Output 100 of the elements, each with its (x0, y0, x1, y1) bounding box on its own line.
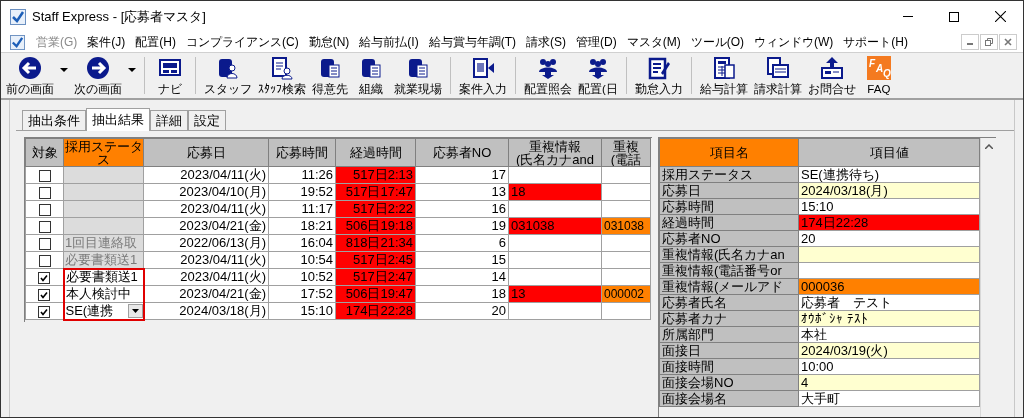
toolbar-button[interactable]: 次の画面 (71, 53, 125, 98)
status-text: SE(連携 (65, 303, 114, 318)
menu-item[interactable]: 請求(S) (521, 33, 571, 51)
column-header[interactable]: 対象 (25, 138, 64, 167)
menu-item[interactable]: ウィンドウ(W) (749, 33, 839, 51)
elapsed-text: 506日19:18 (345, 218, 413, 233)
date-text: 2023/04/10(月) (179, 184, 266, 199)
toolbar-button[interactable]: スタッフ (201, 53, 255, 98)
field-name: 応募者NO (662, 231, 721, 246)
window-title: Staff Express - [応募者マスタ] (32, 7, 206, 26)
time-text: 19:52 (300, 184, 333, 199)
elapsed-text: 517日2:22 (353, 201, 413, 216)
time-text: 16:04 (300, 235, 333, 250)
menu-item[interactable]: コンプライアンス(C) (181, 33, 304, 51)
dropdown-button[interactable] (127, 303, 142, 318)
field-value: 応募者 テスト (801, 295, 892, 310)
field-value: 2024/03/18(月) (801, 183, 888, 198)
column-header[interactable]: 項目名 (659, 138, 799, 167)
number-text: 15 (491, 252, 506, 267)
column-header[interactable]: 項目値 (798, 138, 980, 167)
checkbox[interactable] (38, 305, 51, 318)
field-name: 重複情報(氏名カナan (662, 247, 785, 262)
toolbar-button[interactable]: ナビ (150, 53, 190, 98)
menu-item[interactable]: 管理(D) (571, 33, 622, 51)
checkbox[interactable] (38, 288, 51, 301)
number-text: 14 (491, 269, 506, 284)
column-header[interactable]: 応募者NO (415, 138, 509, 167)
field-value: 大手町 (801, 391, 840, 406)
restore-icon (985, 38, 993, 46)
field-value: 20 (801, 231, 816, 246)
field-name: 面接会場名 (662, 391, 727, 406)
time-text: 10:54 (300, 252, 333, 267)
checkbox[interactable] (38, 271, 51, 284)
column-header[interactable]: 応募日 (143, 138, 269, 167)
menu-item[interactable]: サポート(H) (838, 33, 913, 51)
field-name: 応募時間 (662, 199, 714, 214)
field-value: ｵｳﾎﾞｼｬ ﾃｽﾄ (801, 311, 868, 326)
toolbar-button[interactable]: お問合せ (804, 53, 859, 98)
scroll-bar[interactable] (980, 138, 996, 417)
column-header[interactable]: 応募時間 (268, 138, 336, 167)
field-name: 面接時間 (662, 359, 714, 374)
toolbar-button[interactable]: 就業現場 (391, 53, 445, 98)
number-text: 16 (491, 201, 506, 216)
menu-item[interactable]: 勤怠(N) (303, 33, 355, 51)
invoice-icon (765, 55, 790, 80)
tab[interactable]: 抽出結果 (86, 108, 150, 131)
elapsed-text: 506日19:47 (345, 286, 413, 301)
toolbar-button[interactable]: 得意先 (309, 53, 351, 98)
status-text: 必要書類送1 (65, 252, 138, 267)
column-header[interactable]: 経過時間 (335, 138, 416, 167)
menu-item[interactable]: 給与賞与年調(T) (423, 33, 521, 51)
time-text: 18:21 (300, 218, 333, 233)
calculator-icon (711, 55, 736, 80)
time-text: 11:26 (301, 167, 333, 182)
time-text: 11:17 (301, 201, 333, 216)
scroll-up-icon (984, 144, 993, 149)
toolbar-button[interactable]: 勤怠入力 (631, 53, 686, 98)
duplicate-text: 031038 (511, 218, 555, 233)
menu-item[interactable]: 案件(J) (82, 33, 131, 51)
menu-item[interactable]: マスタ(M) (621, 33, 686, 51)
toolbar-button[interactable]: FAQ FAQ (858, 53, 899, 98)
elapsed-text: 174日22:28 (345, 303, 413, 318)
app-logo-icon (10, 34, 25, 50)
toolbar-button[interactable]: 配置(日 (575, 53, 621, 98)
number-text: 19 (491, 218, 506, 233)
document-person-icon (270, 55, 294, 80)
menu-item[interactable]: 配置(H) (130, 33, 181, 51)
number-text: 17 (491, 167, 506, 182)
toolbar-button[interactable]: 配置照会 (521, 53, 575, 98)
menu-item[interactable]: ツール(O) (685, 33, 749, 51)
toolbar-button[interactable]: 前の画面 (3, 53, 57, 98)
toolbar-button[interactable]: 給与計算 (696, 53, 751, 98)
toolbar-button[interactable]: 請求計算 (750, 53, 805, 98)
menu-item[interactable]: 給与前払(I) (354, 33, 424, 51)
elapsed-text: 517日17:47 (345, 184, 413, 199)
column-header[interactable]: 重複情報 (氏名カナand (508, 138, 602, 167)
tab[interactable]: 抽出条件 (22, 110, 86, 130)
field-value: 000036 (801, 279, 845, 294)
field-value: 2024/03/19(火) (801, 343, 888, 358)
field-name: 重複情報(メールアド (662, 279, 784, 294)
tab[interactable]: 設定 (188, 110, 226, 130)
app-logo-icon (10, 8, 26, 25)
date-text: 2023/04/11(火) (180, 252, 266, 267)
child-minimize-button[interactable] (961, 34, 979, 50)
tab[interactable]: 詳細 (150, 110, 188, 130)
field-value: 10:00 (801, 359, 834, 374)
toolbar-button[interactable]: 組織 (351, 53, 391, 98)
field-name: 面接日 (662, 343, 701, 358)
caret-icon (60, 67, 68, 72)
child-close-button[interactable] (999, 34, 1017, 50)
date-text: 2023/04/11(火) (180, 201, 266, 216)
column-header[interactable]: 採用ステータス (63, 138, 144, 167)
status-text: 1回目連絡取 (65, 235, 138, 250)
field-name: 応募日 (662, 183, 701, 198)
faq-icon: FAQ (866, 55, 891, 80)
toolbar-button[interactable]: 案件入力 (456, 53, 510, 98)
column-header[interactable]: 重複 (電話 (601, 138, 651, 167)
child-restore-button[interactable] (980, 34, 998, 50)
field-name: 採用ステータス (662, 167, 753, 182)
toolbar-button[interactable]: ｽﾀｯﾌ検索 (255, 53, 309, 98)
